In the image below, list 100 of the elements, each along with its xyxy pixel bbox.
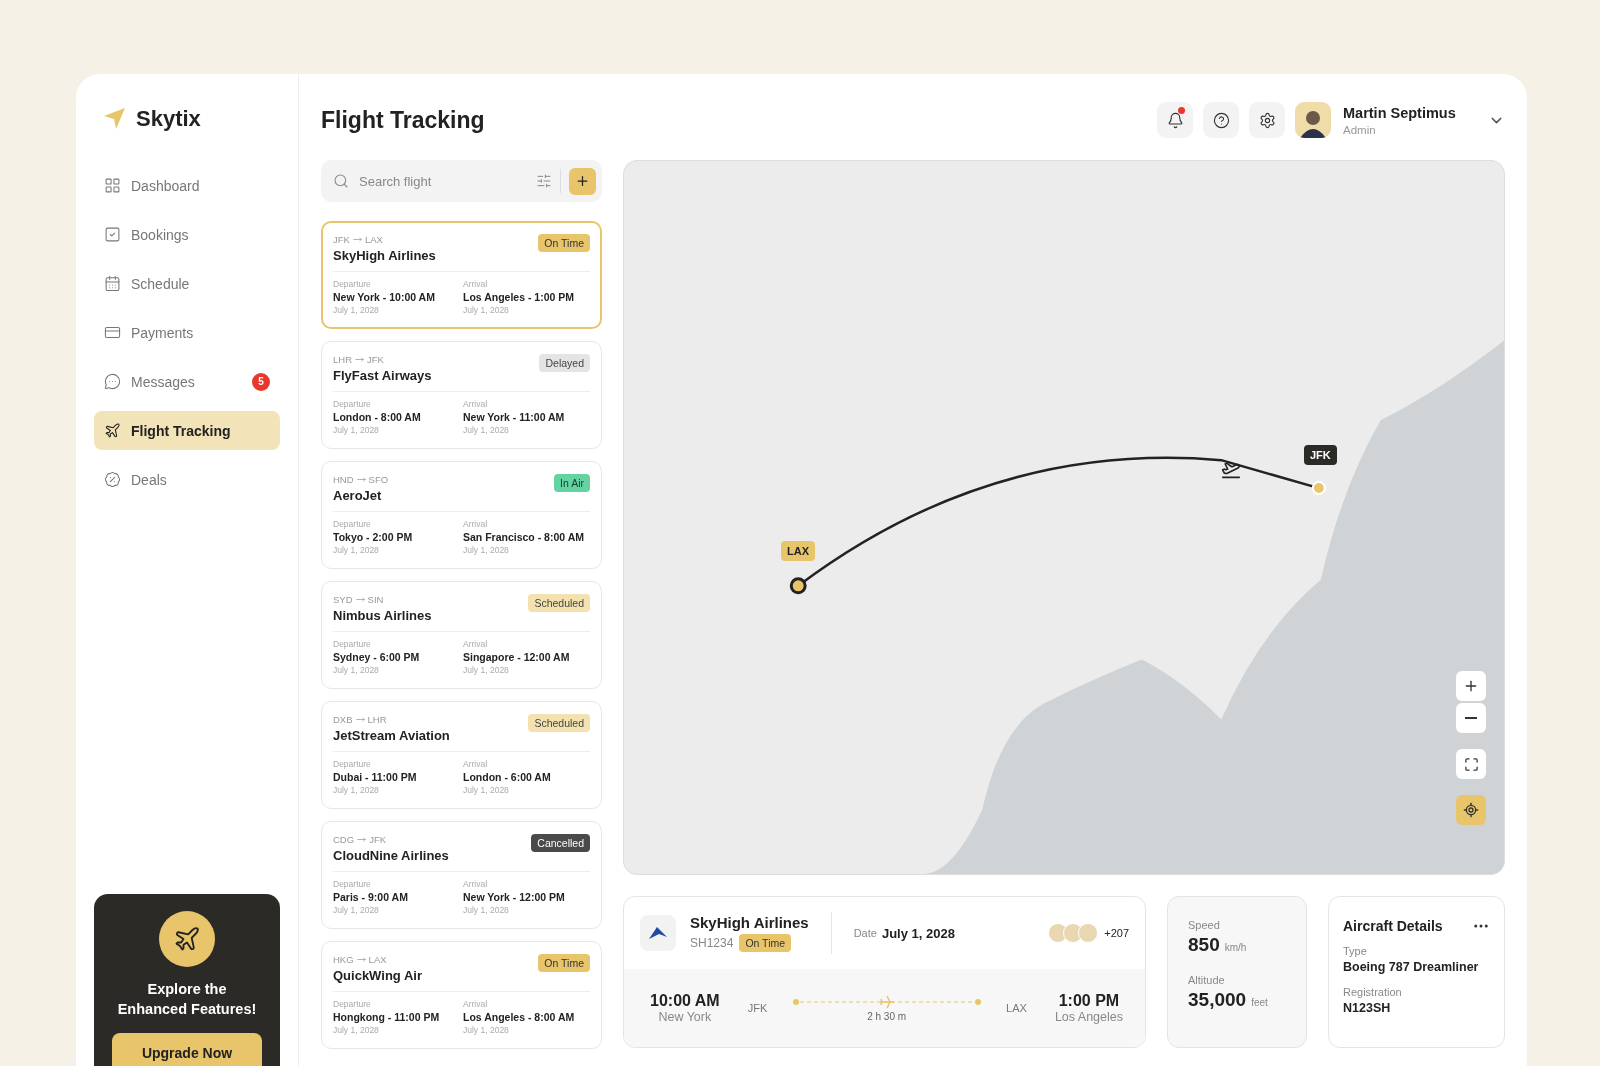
airplane-icon (159, 911, 215, 967)
departure-date: July 1, 2028 (333, 305, 380, 315)
route-code: CDG (333, 834, 355, 845)
arrival-label: Arrival (463, 639, 489, 649)
locate-button[interactable] (1456, 795, 1486, 825)
paper-plane-logo-icon (102, 107, 126, 131)
stat-value: 850 (1188, 934, 1220, 956)
route-code: HKG (333, 954, 354, 965)
nav-item[interactable]: Bookings (94, 215, 280, 254)
stat-value: 35,000 (1188, 989, 1247, 1011)
user-avatar (1295, 102, 1331, 138)
airline-name: JetStream Aviation (333, 728, 450, 743)
arrow-right-icon (356, 475, 366, 484)
notifications-button[interactable] (1157, 102, 1193, 138)
departure-value: Paris - 9:00 AM (333, 891, 409, 903)
arrival-time: 1:00 PM (1058, 992, 1120, 1010)
nav-item[interactable]: Dashboard (94, 166, 280, 205)
airline-logo-icon (640, 915, 676, 951)
upgrade-button[interactable]: Upgrade Now (112, 1033, 262, 1066)
flight-card[interactable]: JFK LAX SkyHigh Airlines On Time Departure New York - 10:00 AM July 1, 2028 Arrival Los Angeles - 1:00 PM July 1, 2028 (321, 221, 602, 329)
status-badge: On Time (538, 234, 590, 252)
nav-item[interactable]: Payments (94, 313, 280, 352)
departure-label: Departure (333, 879, 372, 889)
stat-label: Speed (1188, 919, 1221, 931)
flight-card[interactable]: CDG JFK CloudNine Airlines Cancelled Departure Paris - 9:00 AM July 1, 2028 Arrival New York - 12:00 PM July 1, 2028 (321, 821, 602, 929)
departure-date: July 1, 2028 (333, 545, 380, 555)
airline-name: QuickWing Air (333, 968, 422, 983)
arrival-value: San Francisco - 8:00 AM (463, 531, 585, 543)
search-input[interactable]: Search flight (357, 172, 528, 190)
chat-bubble-icon (104, 373, 121, 390)
arrival-value: Los Angeles - 1:00 PM (463, 291, 576, 303)
nav-item[interactable]: Schedule (94, 264, 280, 303)
nav-item[interactable]: Messages 5 (94, 362, 280, 401)
status-badge: Cancelled (531, 834, 590, 852)
zoom-in-button[interactable] (1456, 671, 1486, 701)
add-button[interactable] (569, 167, 596, 195)
departure-value: Hongkong - 11:00 PM (333, 1011, 441, 1023)
zoom-out-button[interactable] (1456, 703, 1486, 733)
departure-value: Tokyo - 2:00 PM (333, 531, 414, 543)
route-code: LHR (367, 714, 387, 725)
arrival-label: Arrival (463, 759, 489, 769)
airline-name: CloudNine Airlines (333, 848, 449, 863)
departure-time: 10:00 AM (650, 992, 720, 1010)
departure-label: Departure (333, 519, 372, 529)
stat-label: Altitude (1188, 974, 1226, 986)
departure-label: Departure (333, 759, 372, 769)
departure-value: New York - 10:00 AM (333, 291, 436, 303)
map-view[interactable]: LAX JFK (623, 160, 1505, 875)
route-code: JFK (369, 834, 386, 845)
route-code: DXB (333, 714, 353, 725)
locate-icon (1463, 802, 1479, 818)
filter-icon[interactable] (536, 173, 552, 189)
departure-city: New York (658, 1010, 712, 1024)
arrival-label: Arrival (463, 879, 489, 889)
flight-card[interactable]: SYD SIN Nimbus Airlines Scheduled Departure Sydney - 6:00 PM July 1, 2028 Arrival Singapore - 12:00 AM July 1, 2028 (321, 581, 602, 689)
status-badge: Scheduled (528, 594, 590, 612)
flight-card[interactable]: DXB LHR JetStream Aviation Scheduled Departure Dubai - 11:00 PM July 1, 2028 Arrival London - 6:00 AM July 1, 2028 (321, 701, 602, 809)
field-value: Boeing 787 Dreamliner (1343, 960, 1480, 974)
settings-icon (1258, 111, 1276, 129)
airplane-icon (104, 422, 121, 439)
flight-card[interactable]: LHR JFK FlyFast Airways Delayed Departure London - 8:00 AM July 1, 2028 Arrival New York - 11:00 AM July 1, 2028 (321, 341, 602, 449)
arrival-date: July 1, 2028 (463, 905, 510, 915)
arrival-label: Arrival (463, 999, 489, 1009)
nav-item[interactable]: Deals (94, 460, 280, 499)
departure-label: Departure (333, 399, 372, 409)
plus-icon (1463, 678, 1479, 694)
arrow-right-icon (357, 835, 367, 844)
status-badge: In Air (554, 474, 590, 492)
help-button[interactable] (1203, 102, 1239, 138)
arrow-right-icon (352, 235, 362, 244)
status-badge: Scheduled (528, 714, 590, 732)
card-title: Aircraft Details (1343, 918, 1443, 934)
nav-item[interactable]: Flight Tracking (94, 411, 280, 450)
destination-marker: JFK (1304, 445, 1337, 465)
route-code: LHR (333, 354, 352, 365)
arrival-value: New York - 11:00 AM (463, 411, 566, 423)
flight-card[interactable]: HND SFO AeroJet In Air Departure Tokyo - 2:00 PM July 1, 2028 Arrival San Francisco - 8:00 AM July 1, 2028 (321, 461, 602, 569)
settings-button[interactable] (1249, 102, 1285, 138)
flight-card[interactable]: HKG LAX QuickWing Air On Time Departure Hongkong - 11:00 PM July 1, 2028 Arrival Los Angeles - 8:00 AM July 1, 2028 (321, 941, 602, 1049)
stat-unit: feet (1251, 997, 1268, 1008)
flight-duration: 2 h 30 m (867, 1010, 907, 1022)
origin-dot (789, 577, 807, 595)
brand-name: Skytix (136, 106, 201, 132)
route-code: HND (333, 474, 354, 485)
status-badge: On Time (538, 954, 590, 972)
arrival-date: July 1, 2028 (463, 665, 510, 675)
field-label: Type (1343, 945, 1368, 957)
route-code: JFK (333, 234, 350, 245)
field-value: N123SH (1343, 1001, 1392, 1015)
airport-code: LAX (1006, 1002, 1027, 1014)
arrival-date: July 1, 2028 (463, 425, 510, 435)
arrival-value: London - 6:00 AM (463, 771, 552, 783)
flight-code: SH1234 (690, 936, 734, 950)
arrow-right-icon (355, 715, 365, 724)
promo-text: Explore the Enhanced Features! (116, 980, 258, 1019)
stat-unit: km/h (1224, 942, 1247, 953)
origin-marker: LAX (781, 541, 815, 561)
arrival-value: New York - 12:00 PM (463, 891, 566, 903)
route-code: LAX (364, 234, 383, 245)
fullscreen-button[interactable] (1456, 749, 1486, 779)
